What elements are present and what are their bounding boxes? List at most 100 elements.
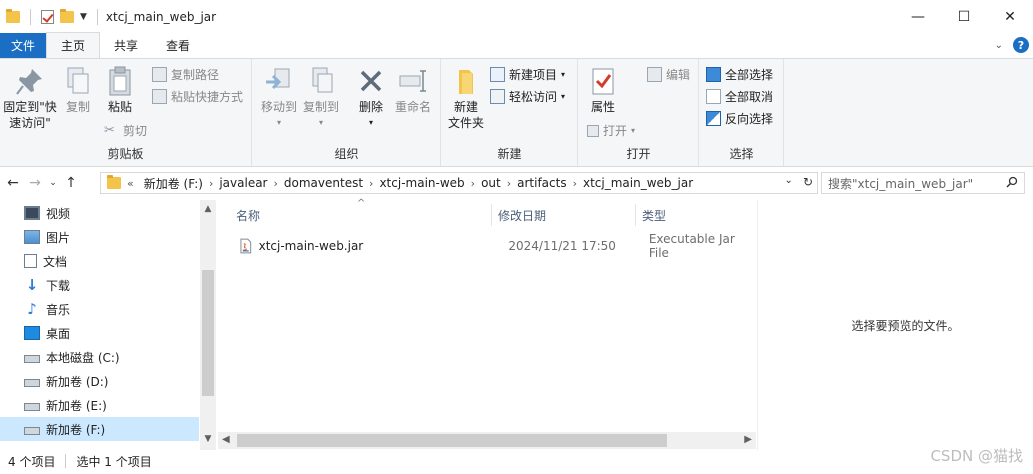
horizontal-scroll-thumb[interactable] xyxy=(237,434,667,447)
new-folder-quick-icon[interactable] xyxy=(60,8,74,23)
new-item-button[interactable]: 新建项目 ▾ xyxy=(490,66,565,83)
open-group: 属性 打开 ▾ 编辑 打开 xyxy=(579,59,699,166)
new-group: 新建 文件夹 新建项目 ▾ 轻松访问 ▾ 新建 xyxy=(442,59,578,166)
copy-to-button[interactable]: 复制到 ▾ xyxy=(301,65,341,131)
column-header-name[interactable]: 名称 xyxy=(218,204,492,226)
nav-item-pictures[interactable]: 图片 xyxy=(0,225,199,249)
nav-scroll-thumb[interactable] xyxy=(202,270,214,396)
copy-to-icon xyxy=(312,67,333,93)
tab-home[interactable]: 主页 xyxy=(46,32,101,58)
file-list-horizontal-scrollbar[interactable]: ◀ ▶ xyxy=(218,432,756,449)
tab-share[interactable]: 共享 xyxy=(100,33,152,58)
select-all-button[interactable]: 全部选择 xyxy=(706,66,773,83)
delete-button[interactable]: 删除 ▾ xyxy=(351,65,391,131)
drive-icon xyxy=(24,378,40,387)
up-arrow-icon[interactable]: ↑ xyxy=(60,175,82,191)
clipboard-group: 固定到"快 速访问" 复制 粘贴 复制路径 粘贴快捷方式 ✂ 剪切 剪贴板 xyxy=(0,59,252,166)
select-group-label: 选择 xyxy=(729,147,754,161)
nav-item-drive-e[interactable]: 新加卷 (E:) xyxy=(0,393,199,417)
jar-file-icon xyxy=(240,238,252,254)
nav-item-drive-d[interactable]: 新加卷 (D:) xyxy=(0,369,199,393)
cut-label: 剪切 xyxy=(123,124,148,138)
breadcrumb-3[interactable]: xtcj-main-web xyxy=(373,176,470,190)
easy-access-icon xyxy=(490,89,505,104)
table-row[interactable]: xtcj-main-web.jar 2024/11/21 17:50 Execu… xyxy=(234,232,756,260)
search-input[interactable]: 搜索"xtcj_main_web_jar" xyxy=(821,172,1025,194)
breadcrumb-2[interactable]: domaventest xyxy=(278,176,369,190)
scroll-up-icon[interactable]: ▲ xyxy=(200,204,216,214)
move-to-button[interactable]: 移动到 ▾ xyxy=(259,65,299,131)
address-dropdown-icon[interactable]: ⌄ xyxy=(785,175,793,189)
scroll-down-icon[interactable]: ▼ xyxy=(200,434,216,444)
divider xyxy=(96,8,98,25)
nav-item-documents[interactable]: 文档 xyxy=(0,249,199,273)
forward-arrow-icon[interactable]: → xyxy=(24,175,46,191)
pin-quick-access-button[interactable]: 固定到"快 速访问" xyxy=(2,65,58,131)
easy-access-button[interactable]: 轻松访问 ▾ xyxy=(490,88,565,105)
properties-button[interactable]: 属性 xyxy=(583,65,623,115)
invert-selection-button[interactable]: 反向选择 xyxy=(706,110,773,127)
tab-view[interactable]: 查看 xyxy=(152,33,204,58)
column-date-label: 修改日期 xyxy=(498,208,547,223)
refresh-icon[interactable]: ↻ xyxy=(803,175,813,189)
help-icon[interactable]: ? xyxy=(1013,37,1029,53)
scroll-left-icon[interactable]: ◀ xyxy=(222,434,230,445)
customize-quick-access-icon[interactable]: ▼ xyxy=(80,12,87,22)
nav-item-drive-f[interactable]: 新加卷 (F:) xyxy=(0,417,199,441)
new-folder-button[interactable]: 新建 文件夹 xyxy=(444,65,488,131)
folder-icon xyxy=(6,8,20,23)
nav-item-videos[interactable]: 视频 xyxy=(0,201,199,225)
cut-button[interactable]: ✂ 剪切 xyxy=(104,122,147,139)
maximize-button[interactable]: ☐ xyxy=(941,0,987,33)
search-icon xyxy=(1006,176,1018,188)
scroll-right-icon[interactable]: ▶ xyxy=(744,434,752,445)
copy-path-label: 复制路径 xyxy=(171,68,220,82)
address-bar[interactable]: « 新加卷 (F:) › javalear › domaventest › xt… xyxy=(100,172,818,194)
navigation-row: ← → ⌄ ↑ « 新加卷 (F:) › javalear › domavent… xyxy=(0,170,1033,196)
invert-selection-label: 反向选择 xyxy=(725,112,774,126)
breadcrumb-4[interactable]: out xyxy=(475,176,507,190)
file-type: Executable Jar File xyxy=(648,232,735,260)
rename-button[interactable]: 重命名 xyxy=(391,65,435,115)
organize-group: 移动到 ▾ 复制到 ▾ 删除 ▾ 重命名 组织 xyxy=(253,59,441,166)
new-folder-icon xyxy=(459,70,473,94)
tab-file[interactable]: 文件 xyxy=(0,33,46,58)
recent-locations-icon[interactable]: ⌄ xyxy=(46,178,60,188)
minimize-button[interactable]: — xyxy=(895,0,941,33)
video-icon xyxy=(24,206,40,220)
copy-button[interactable]: 复制 xyxy=(60,65,96,115)
clipboard-group-label: 剪贴板 xyxy=(107,147,144,161)
preview-pane: 选择要预览的文件。 xyxy=(757,200,1033,450)
expand-ribbon-icon[interactable]: ⌄ xyxy=(995,40,1003,51)
edit-button[interactable]: 编辑 xyxy=(647,66,690,83)
breadcrumb-overflow[interactable]: « xyxy=(127,177,134,190)
copy-path-button[interactable]: 复制路径 xyxy=(152,66,219,83)
column-header-type[interactable]: 类型 xyxy=(636,204,756,226)
nav-item-drive-c[interactable]: 本地磁盘 (C:) xyxy=(0,345,199,369)
paste-shortcut-button[interactable]: 粘贴快捷方式 xyxy=(152,88,243,105)
column-header-date[interactable]: 修改日期 xyxy=(492,204,636,226)
open-button[interactable]: 打开 ▾ xyxy=(587,122,635,139)
open-icon xyxy=(587,124,599,137)
paste-button[interactable]: 粘贴 xyxy=(100,65,140,115)
close-button[interactable]: ✕ xyxy=(987,0,1033,33)
breadcrumb-6[interactable]: xtcj_main_web_jar xyxy=(577,176,699,190)
nav-vertical-scrollbar[interactable]: ▲ ▼ xyxy=(200,200,216,450)
breadcrumb-1[interactable]: javalear xyxy=(213,176,273,190)
desktop-icon xyxy=(24,326,40,340)
nav-item-label: 图片 xyxy=(46,230,71,245)
column-type-label: 类型 xyxy=(642,208,667,223)
folder-icon xyxy=(107,175,121,189)
nav-item-label: 桌面 xyxy=(46,326,71,341)
nav-item-downloads[interactable]: ↓ 下载 xyxy=(0,273,199,297)
properties-quick-icon[interactable] xyxy=(41,9,54,24)
nav-item-music[interactable]: ♪ 音乐 xyxy=(0,297,199,321)
back-arrow-icon[interactable]: ← xyxy=(2,175,24,191)
breadcrumb-5[interactable]: artifacts xyxy=(511,176,572,190)
breadcrumb-0[interactable]: 新加卷 (F:) xyxy=(138,175,209,192)
copy-to-dropdown-icon: ▾ xyxy=(318,118,323,127)
select-none-button[interactable]: 全部取消 xyxy=(706,88,773,105)
properties-icon xyxy=(592,68,614,95)
nav-item-desktop[interactable]: 桌面 xyxy=(0,321,199,345)
select-all-label: 全部选择 xyxy=(725,68,774,82)
